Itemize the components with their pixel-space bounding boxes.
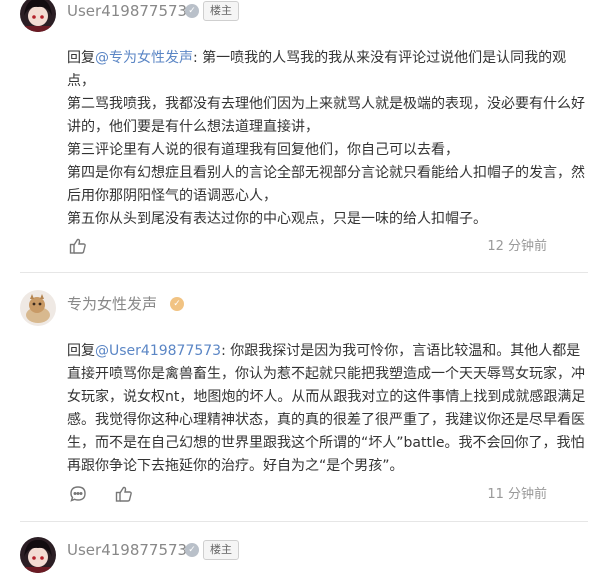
- username[interactable]: User419877573: [67, 1, 187, 21]
- comment-line: 第四是你有幻想症且看别人的言论全部无视部分言论就只看能给人扣帽子的发言，然后用你…: [67, 165, 585, 204]
- username[interactable]: 专为女性发声: [67, 294, 157, 314]
- comment-icon[interactable]: [69, 485, 87, 503]
- like-icon[interactable]: [69, 237, 87, 255]
- reply-prefix: 回复: [67, 343, 95, 359]
- op-badge: 楼主: [203, 540, 239, 560]
- verified-icon: ✓: [185, 543, 199, 557]
- reply-prefix: 回复: [67, 50, 95, 66]
- divider: [20, 521, 588, 522]
- avatar[interactable]: [20, 537, 56, 573]
- avatar[interactable]: [20, 0, 56, 32]
- comment-body: 回复@User419877573: 你跟我探讨是因为我可怜你，言语比较温和。其他…: [67, 340, 587, 478]
- comment-body: 回复@专为女性发声: 第一喷我的人骂我的我从来没有评论过说他们是认同我的观点， …: [67, 47, 587, 231]
- mention-link[interactable]: @User419877573: [95, 343, 221, 359]
- comment-line: 第五你从头到尾没有表达过你的中心观点，只是一味的给人扣帽子。: [67, 211, 487, 227]
- verified-icon: ✓: [185, 4, 199, 18]
- avatar[interactable]: [20, 290, 56, 326]
- mention-link[interactable]: @专为女性发声: [95, 50, 193, 66]
- level-icon: ✓: [170, 297, 184, 311]
- username[interactable]: User419877573: [67, 540, 187, 560]
- comment-line: 第三评论里有人说的很有道理我有回复他们，你自己可以去看，: [67, 142, 459, 158]
- op-badge: 楼主: [203, 1, 239, 21]
- like-icon[interactable]: [115, 485, 133, 503]
- divider: [20, 272, 588, 273]
- comment-line: 第二骂我喷我，我都没有去理他们因为上来就骂人就是极端的表现，没必要有什么好讲的，…: [67, 96, 585, 135]
- comment-time: 12 分钟前: [487, 239, 547, 254]
- comment-time: 11 分钟前: [487, 487, 547, 502]
- comment-text: : 你跟我探讨是因为我可怜你，言语比较温和。其他人都是直接开喷骂你是禽兽畜生，你…: [67, 343, 586, 474]
